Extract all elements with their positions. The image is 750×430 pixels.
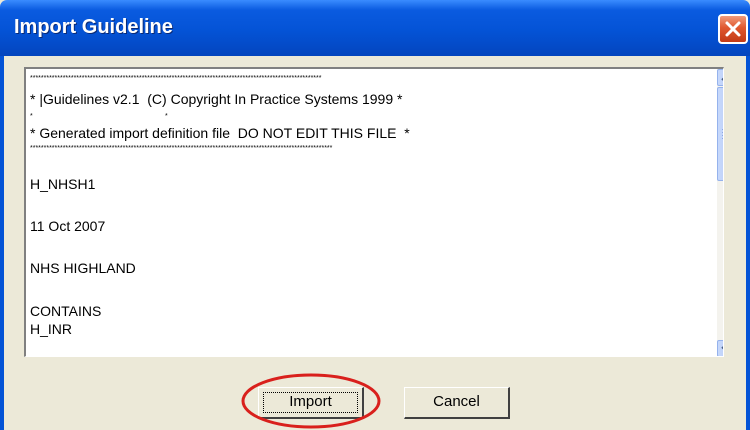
arrow-down-icon xyxy=(721,346,723,350)
grip-line xyxy=(722,138,723,139)
grip-line xyxy=(722,129,723,130)
text-line: NHS HIGHLAND xyxy=(30,260,136,276)
cancel-button-label: Cancel xyxy=(433,393,480,410)
scroll-down-button[interactable] xyxy=(717,340,723,356)
cancel-button[interactable]: Cancel xyxy=(404,387,510,419)
text-line: * Generated import definition file DO NO… xyxy=(30,125,410,141)
arrow-up-icon xyxy=(721,77,723,81)
text-line: * * xyxy=(30,113,168,120)
close-button[interactable] xyxy=(718,14,748,44)
text-line: 11 Oct 2007 xyxy=(30,218,106,234)
scroll-up-button[interactable] xyxy=(717,69,723,86)
text-line: H_INR xyxy=(30,321,73,337)
grip-line xyxy=(722,135,723,136)
guideline-text-area[interactable]: ****************************************… xyxy=(28,69,714,356)
close-icon xyxy=(725,21,741,37)
window-frame-right xyxy=(746,56,750,430)
window-title: Import Guideline xyxy=(14,16,173,38)
scroll-thumb[interactable] xyxy=(717,87,723,181)
window-frame-left xyxy=(0,56,4,430)
title-bar[interactable]: Import Guideline xyxy=(0,0,750,56)
vertical-scrollbar[interactable] xyxy=(717,69,723,356)
text-line: CONTAINS xyxy=(30,303,102,319)
text-line: H_NHSH1 xyxy=(30,176,96,192)
text-line: * |Guidelines v2.1 (C) Copyright In Prac… xyxy=(30,91,403,107)
guideline-text-box[interactable]: ****************************************… xyxy=(24,67,724,357)
text-line: ****************************************… xyxy=(30,75,322,82)
text-line: ****************************************… xyxy=(30,145,333,152)
import-button[interactable]: Import xyxy=(258,387,364,419)
grip-line xyxy=(722,132,723,133)
import-button-label: Import xyxy=(289,393,332,410)
